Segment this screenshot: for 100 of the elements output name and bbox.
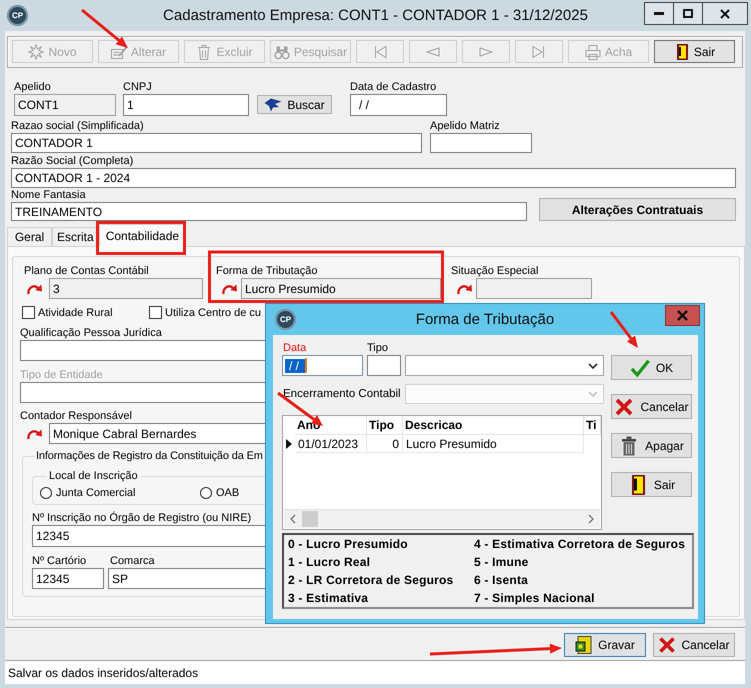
maximize-icon — [683, 9, 693, 18]
field-label: Nº Inscrição no Órgão de Registro (ou NIRE) — [32, 511, 252, 525]
close-button[interactable] — [702, 2, 748, 25]
legend-item: 7 - Simples Nacional — [474, 590, 596, 607]
cancel-button[interactable]: Cancelar — [611, 394, 692, 419]
dropdown-field[interactable] — [405, 355, 604, 376]
field-label: Encerramento Contabil — [282, 387, 402, 401]
trash-icon — [196, 44, 212, 60]
field-label: Apelido — [14, 80, 52, 94]
printer-icon — [584, 44, 601, 60]
column-header[interactable]: Descricao — [403, 416, 584, 435]
date-field[interactable]: / / — [350, 94, 447, 116]
field-label: Data de Cadastro — [350, 80, 438, 94]
legend-item: 6 - Isenta — [474, 572, 530, 589]
field-label: Tipo — [367, 341, 389, 355]
radio-button[interactable] — [200, 486, 212, 498]
skip-last-icon — [531, 44, 547, 60]
input-field[interactable]: 12345 — [32, 525, 268, 547]
field-label: Nome Fantasia — [11, 188, 87, 202]
scrollbar[interactable] — [284, 509, 600, 528]
maximize-button[interactable] — [673, 2, 703, 25]
field-label: CNPJ — [123, 80, 153, 94]
radio-label: Junta Comercial — [56, 486, 136, 498]
ok-button[interactable]: OK — [611, 355, 692, 380]
radio-button[interactable] — [40, 486, 52, 498]
input-field[interactable]: 3 — [49, 278, 203, 299]
cross-icon — [614, 396, 634, 416]
field-label: Comarca — [109, 554, 156, 568]
group-title: Local de Inscrição — [48, 469, 139, 483]
exit-button[interactable]: Sair — [611, 472, 692, 497]
skip-first-icon — [372, 44, 388, 60]
check-icon — [630, 358, 650, 378]
field-label: Nº Cartório — [32, 554, 88, 568]
contract-changes-button[interactable]: Alterações Contratuais — [539, 198, 736, 221]
legend-item: 1 - Lucro Real — [288, 554, 372, 571]
input-field[interactable] — [476, 278, 592, 299]
field-label: Qualificação Pessoa Jurídica — [20, 326, 163, 340]
input-field[interactable]: CONT1 — [14, 94, 116, 116]
chevron-right-icon[interactable] — [588, 514, 594, 524]
table-cell: 0 — [367, 435, 403, 453]
tab[interactable]: Escrita — [52, 227, 99, 246]
input-field[interactable]: CONTADOR 1 — [11, 133, 422, 153]
curved-arrow-icon[interactable] — [221, 282, 238, 296]
cabinet-icon — [575, 636, 594, 654]
field-label: Tipo de Entidade — [20, 368, 104, 382]
group-title: Informações de Registro da Constituição da Em — [35, 449, 264, 463]
chevron-down-icon — [588, 362, 598, 368]
date-field[interactable]: / / — [282, 355, 363, 376]
save-button[interactable]: Gravar — [564, 633, 646, 657]
delete-button[interactable]: Apagar — [611, 433, 692, 458]
checkbox-label: Utiliza Centro de cu — [165, 306, 261, 318]
field-label: Forma de Tributação — [216, 264, 318, 278]
field-label: Situação Especial — [451, 264, 540, 278]
dialog-title: Forma de Tributação — [416, 311, 554, 328]
input-field[interactable]: 12345 — [32, 568, 104, 589]
window-title: Cadastramento Empresa: CONT1 - CONTADOR 1 - 31/12/2025 — [163, 7, 588, 24]
cancel-button[interactable]: Cancelar — [653, 633, 735, 657]
curved-arrow-icon[interactable] — [26, 282, 43, 296]
input-field[interactable]: TREINAMENTO — [11, 202, 527, 221]
checkbox[interactable] — [22, 306, 35, 319]
input-field[interactable] — [20, 382, 268, 403]
input-field[interactable]: 1 — [123, 94, 249, 116]
table-cell: 01/01/2023 — [295, 435, 367, 453]
legend-item: 5 - Imune — [474, 554, 530, 571]
starburst-icon — [28, 44, 44, 60]
annotation-arrow — [81, 8, 128, 48]
table-cell: Lucro Presumido — [403, 435, 584, 453]
field-label: Razao social (Simplificada) — [11, 119, 145, 133]
input-field[interactable] — [20, 340, 268, 361]
legend-item: 4 - Estimativa Corretora de Seguros — [474, 536, 686, 553]
tab[interactable]: Geral — [7, 227, 52, 246]
legend-item: 2 - LR Corretora de Seguros — [288, 572, 454, 589]
input-field[interactable]: Monique Cabral Bernardes — [49, 423, 268, 444]
chevron-left-icon[interactable] — [290, 514, 296, 524]
app-logo: CP — [7, 5, 28, 26]
column-header[interactable]: Ti — [584, 416, 601, 435]
field-label: Plano de Contas Contábil — [24, 264, 150, 278]
legend-item: 0 - Lucro Presumido — [288, 536, 409, 553]
toolbar-button[interactable]: Sair — [654, 40, 735, 63]
input-field[interactable]: CONTADOR 1 - 2024 — [11, 168, 736, 188]
input-field[interactable]: SP — [108, 568, 268, 589]
close-icon — [720, 8, 730, 18]
search-button[interactable]: Buscar — [257, 95, 332, 114]
checkbox[interactable] — [149, 306, 162, 319]
curved-arrow-icon[interactable] — [456, 282, 473, 296]
minimize-button[interactable] — [644, 2, 674, 25]
legend-item: 3 - Estimativa — [288, 590, 370, 607]
input-field[interactable] — [367, 355, 401, 376]
emblem-icon — [264, 98, 282, 112]
input-field[interactable]: Lucro Presumido — [241, 278, 441, 299]
field-label: Apelido Matriz — [430, 119, 501, 133]
column-header[interactable]: Tipo — [367, 416, 403, 435]
curved-arrow-icon[interactable] — [26, 426, 43, 440]
input-field[interactable] — [430, 133, 532, 153]
minimize-icon — [654, 12, 664, 15]
scrollbar-thumb[interactable] — [302, 511, 318, 527]
field-label: Contador Responsável — [20, 409, 133, 423]
checkbox-label: Atividade Rural — [38, 306, 113, 318]
annotation-arrow — [610, 311, 638, 348]
cross-icon — [658, 636, 676, 654]
